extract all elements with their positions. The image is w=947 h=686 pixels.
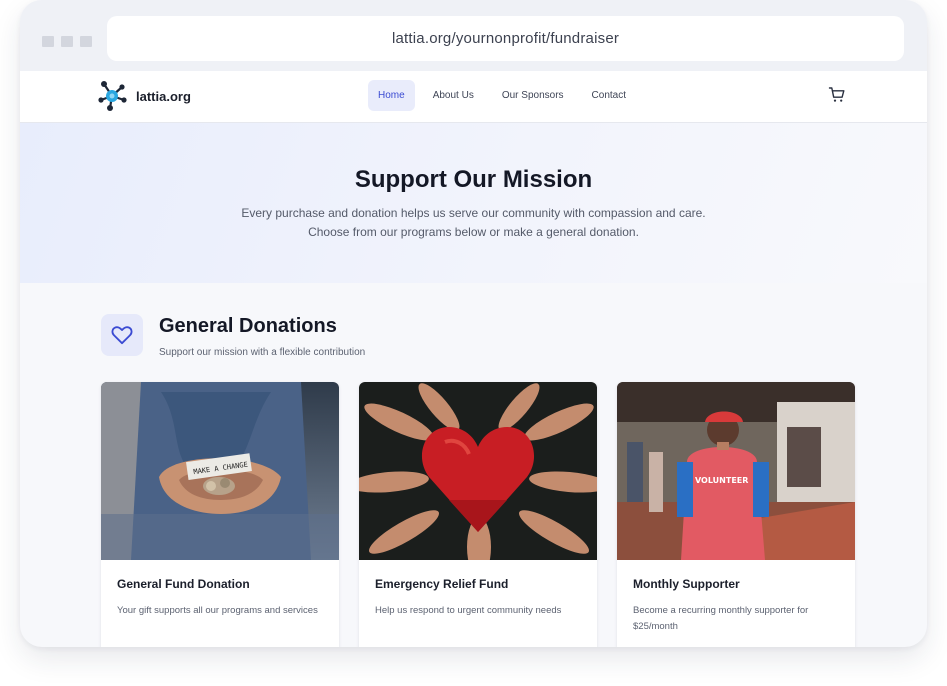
hero-title: Support Our Mission [354,166,593,193]
hero-banner: Support Our Mission Every purchase and d… [20,123,927,283]
svg-text:VOLUNTEER: VOLUNTEER [695,476,748,485]
donation-card-emergency-relief[interactable]: Emergency Relief Fund Help us respond to… [359,382,597,647]
browser-chrome: lattia.org/yournonprofit/fundraiser [20,0,927,71]
volunteer-photo-image: VOLUNTEER [617,382,855,560]
donation-card-general-fund[interactable]: MAKE A CHANGE General Fund Donation Your… [101,382,339,647]
hero-description: Every purchase and donation helps us ser… [241,206,706,239]
section-subtitle: Support our mission with a flexible cont… [159,347,366,358]
nav-item-about-us[interactable]: About Us [419,80,488,111]
main-navigation: Home About Us Our Sponsors Contact [368,80,640,111]
nav-item-home[interactable]: Home [368,80,415,111]
heart-icon [111,326,133,345]
card-description: Your gift supports all our programs and … [117,605,318,616]
hands-forming-heart-image [359,382,597,560]
brand-name: lattia.org [136,88,191,104]
window-dot[interactable] [80,36,92,47]
window-controls [42,36,92,47]
nav-item-contact[interactable]: Contact [578,80,640,111]
shopping-cart-icon[interactable] [828,86,846,109]
card-description: Become a recurring monthly supporter for… [633,605,809,632]
card-title: Emergency Relief Fund [375,577,509,591]
window-dot[interactable] [42,36,54,47]
hands-with-coins-image: MAKE A CHANGE [101,382,339,560]
card-title: Monthly Supporter [633,577,740,591]
site-header: lattia.org Home About Us Our Sponsors Co… [20,71,927,123]
section-icon-badge [101,314,143,356]
card-description: Help us respond to urgent community need… [375,605,562,616]
address-bar[interactable]: lattia.org/yournonprofit/fundraiser [107,16,904,61]
nav-item-our-sponsors[interactable]: Our Sponsors [488,80,578,111]
window-dot[interactable] [61,36,73,47]
card-title: General Fund Donation [117,577,250,591]
section-title: General Donations [159,315,337,337]
donation-card-monthly-supporter[interactable]: VOLUNTEER Monthly Supporter Become a rec… [617,382,855,647]
site-logo[interactable]: lattia.org [96,79,191,113]
molecule-logo-icon [98,81,127,111]
browser-window: lattia.org/yournonprofit/fundraiser latt… [20,0,927,647]
